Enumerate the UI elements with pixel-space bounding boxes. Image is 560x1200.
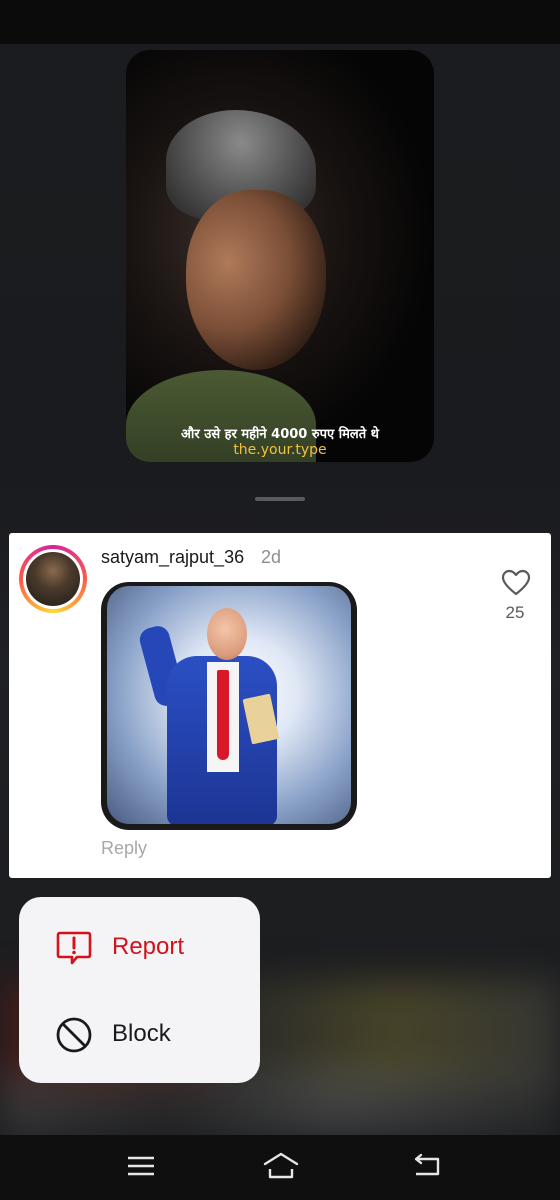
comment-time: 2d bbox=[261, 547, 282, 567]
heart-icon[interactable] bbox=[501, 569, 531, 597]
reel-preview[interactable]: और उसे हर महीने 4000 रुपए मिलते थे the.y… bbox=[126, 50, 434, 462]
avatar-inner bbox=[23, 549, 83, 609]
comment-username[interactable]: satyam_rajput_36 bbox=[101, 547, 244, 568]
sticker-head bbox=[207, 608, 247, 660]
home-icon[interactable] bbox=[262, 1151, 300, 1181]
comment-sticker-image[interactable] bbox=[101, 582, 357, 830]
block-label: Block bbox=[112, 1020, 171, 1047]
like-count: 25 bbox=[505, 603, 525, 622]
sticker-tie bbox=[217, 670, 229, 760]
reel-person-face bbox=[186, 190, 326, 370]
sheet-grabber[interactable] bbox=[255, 497, 305, 501]
menu-icon[interactable] bbox=[124, 1151, 158, 1181]
report-icon bbox=[55, 929, 93, 967]
sticker-background bbox=[107, 586, 351, 824]
avatar-photo bbox=[26, 552, 80, 606]
report-button[interactable]: Report bbox=[19, 907, 260, 987]
comment-action-menu: Report Block bbox=[19, 897, 260, 1083]
block-icon bbox=[55, 1016, 93, 1054]
status-bar bbox=[0, 0, 560, 44]
report-label: Report bbox=[112, 933, 185, 960]
screen: और उसे हर महीने 4000 रुपए मिलते थे the.y… bbox=[0, 0, 560, 1200]
system-navigation-bar bbox=[0, 1135, 560, 1200]
comment-card[interactable]: satyam_rajput_36 2d 25 Reply bbox=[9, 533, 551, 878]
reel-handle: the.your.type bbox=[233, 442, 327, 458]
reply-button[interactable]: Reply bbox=[101, 838, 147, 859]
back-icon[interactable] bbox=[410, 1151, 444, 1181]
block-button[interactable]: Block bbox=[19, 994, 260, 1074]
avatar[interactable] bbox=[19, 545, 87, 613]
reel-caption: और उसे हर महीने 4000 रुपए मिलते थे bbox=[181, 427, 379, 442]
